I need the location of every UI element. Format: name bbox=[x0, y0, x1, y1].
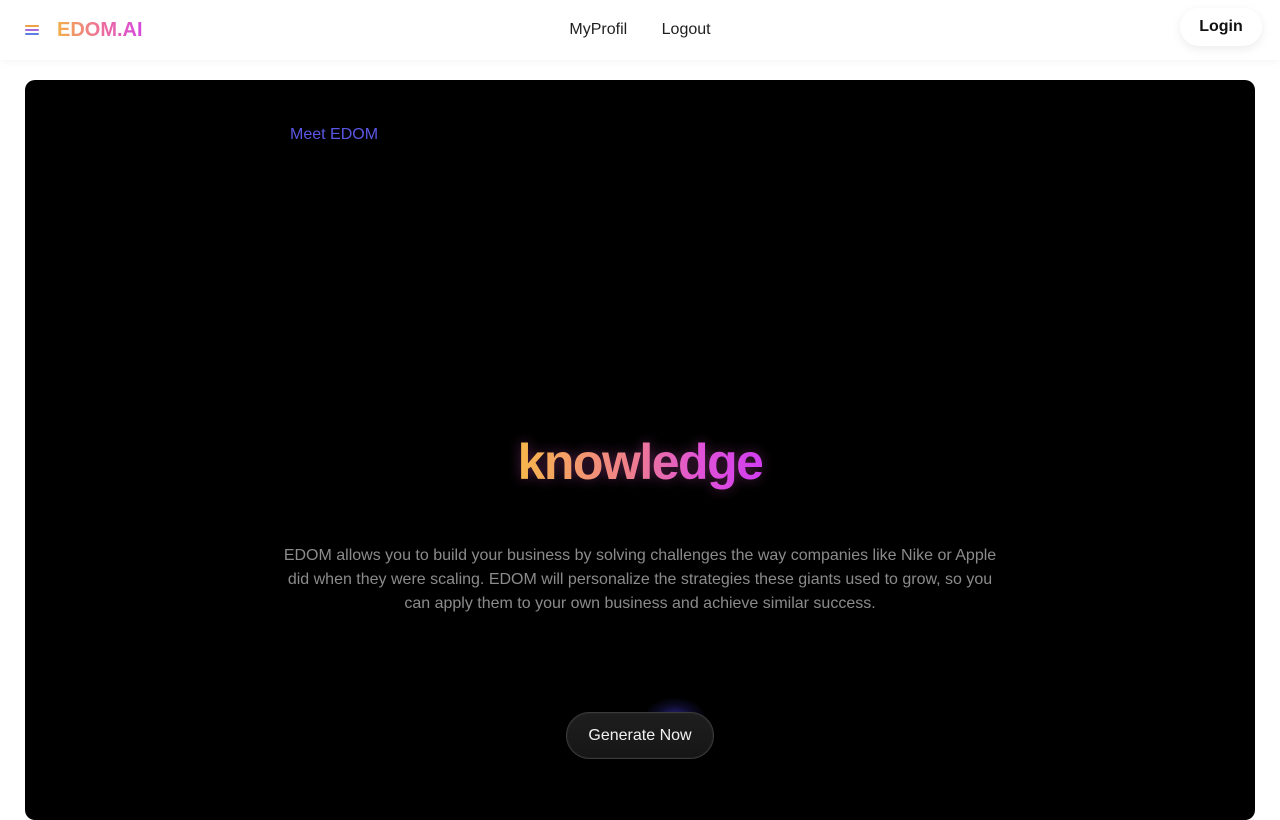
nav-link-logout[interactable]: Logout bbox=[662, 21, 711, 39]
nav-links: MyProfil Logout bbox=[0, 21, 1280, 39]
hero-description: EDOM allows you to build your business b… bbox=[283, 547, 997, 612]
login-button[interactable]: Login bbox=[1180, 8, 1262, 46]
nav-link-myprofil[interactable]: MyProfil bbox=[569, 21, 627, 39]
hero-headline-text: knowledge bbox=[517, 434, 764, 490]
hero-section: Meet EDOM knowledge EDOM allows you to b… bbox=[25, 80, 1255, 820]
hero-eyebrow: Meet EDOM bbox=[290, 126, 379, 143]
hero-headline: knowledge bbox=[25, 432, 1255, 492]
top-navbar: EDOM.AI MyProfil Logout Login bbox=[0, 0, 1280, 60]
generate-now-button[interactable]: Generate Now bbox=[566, 712, 714, 759]
